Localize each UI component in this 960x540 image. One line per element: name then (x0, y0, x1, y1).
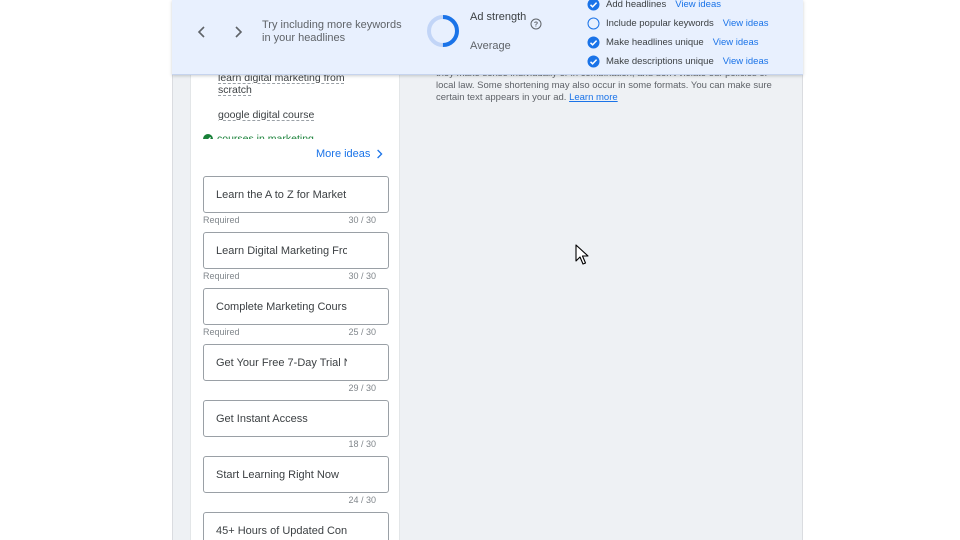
checklist-item-unique-descriptions: Make descriptions unique View ideas (587, 52, 769, 71)
policy-note-line-last: certain text appears in your ad. Learn m… (436, 92, 781, 104)
checklist-item-popular-keywords: Include popular keywords View ideas (587, 14, 769, 33)
ad-strength-bar: Try including more keywords in your head… (172, 0, 803, 75)
policy-note-line: local law. Some shortening may also occu… (436, 80, 772, 91)
headline-meta: Required 25 / 30 (203, 327, 376, 337)
char-count: 24 / 30 (348, 495, 376, 505)
more-ideas-label: More ideas (316, 148, 371, 160)
char-count: 29 / 30 (348, 383, 376, 393)
headline-input[interactable]: Get Instant Access (203, 400, 389, 437)
checklist-item-unique-headlines: Make headlines unique View ideas (587, 33, 769, 52)
keyword-list-clip (191, 139, 399, 145)
empty-circle-icon (587, 17, 600, 30)
check-circle-icon (587, 55, 600, 68)
keyword-idea[interactable]: learn digital marketing from scratch (218, 75, 368, 96)
headline-input[interactable]: Complete Marketing Course (203, 288, 389, 325)
headline-value: 45+ Hours of Updated Conte (216, 524, 347, 537)
headline-meta: 29 / 30 (203, 383, 376, 393)
keyword-idea[interactable]: google digital course (218, 109, 314, 121)
ad-strength-tip: Try including more keywords in your head… (262, 19, 402, 44)
headlines-panel: learn digital marketing from scratch goo… (190, 75, 400, 540)
svg-text:?: ? (534, 22, 538, 29)
more-ideas-button[interactable]: More ideas (316, 148, 384, 160)
required-label: Required (203, 215, 240, 225)
check-circle-icon (587, 0, 600, 11)
next-tip-button[interactable] (228, 22, 248, 42)
chevron-left-icon (197, 26, 205, 38)
headline-meta: 18 / 30 (203, 439, 376, 449)
checklist-label: Make headlines unique (606, 37, 704, 48)
view-ideas-link[interactable]: View ideas (675, 0, 721, 10)
headline-value: Learn the A to Z for Marketir (216, 188, 347, 201)
policy-note-text: certain text appears in your ad. (436, 92, 567, 103)
help-icon[interactable]: ? (530, 18, 542, 30)
ad-strength-label: Ad strength (470, 11, 527, 23)
headline-value: Learn Digital Marketing Fror (216, 244, 347, 257)
headline-input[interactable]: Learn Digital Marketing Fror (203, 232, 389, 269)
headline-value: Get Your Free 7-Day Trial No (216, 356, 347, 369)
learn-more-link[interactable]: Learn more (569, 92, 618, 103)
headline-meta: 24 / 30 (203, 495, 376, 505)
headline-input[interactable]: Start Learning Right Now (203, 456, 389, 493)
ad-strength-gauge (427, 15, 459, 47)
mouse-cursor-icon (575, 244, 589, 265)
headline-value: Complete Marketing Course (216, 300, 347, 313)
required-label: Required (203, 327, 240, 337)
checklist-label: Add headlines (606, 0, 667, 10)
headline-input[interactable]: Get Your Free 7-Day Trial No (203, 344, 389, 381)
checklist-item-add-headlines: Add headlines View ideas (587, 0, 769, 14)
headline-value: Get Instant Access (216, 412, 308, 425)
required-label: Required (203, 271, 240, 281)
headline-value: Start Learning Right Now (216, 468, 339, 481)
ad-strength-value: Average (470, 40, 511, 52)
char-count: 30 / 30 (348, 271, 376, 281)
view-ideas-link[interactable]: View ideas (713, 37, 759, 48)
chevron-right-icon (377, 149, 383, 159)
char-count: 25 / 30 (348, 327, 376, 337)
ad-strength-checklist: Add headlines View ideas Include popular… (587, 0, 769, 71)
checklist-label: Include popular keywords (606, 18, 714, 29)
previous-tip-button[interactable] (192, 22, 212, 42)
char-count: 30 / 30 (348, 215, 376, 225)
char-count: 18 / 30 (348, 439, 376, 449)
view-ideas-link[interactable]: View ideas (723, 18, 769, 29)
headline-input[interactable]: 45+ Hours of Updated Conte (203, 512, 389, 540)
chevron-right-icon (235, 26, 243, 38)
headline-meta: Required 30 / 30 (203, 271, 376, 281)
headline-input[interactable]: Learn the A to Z for Marketir (203, 176, 389, 213)
checklist-label: Make descriptions unique (606, 56, 714, 67)
check-circle-icon (587, 36, 600, 49)
view-ideas-link[interactable]: View ideas (723, 56, 769, 67)
headline-meta: Required 30 / 30 (203, 215, 376, 225)
